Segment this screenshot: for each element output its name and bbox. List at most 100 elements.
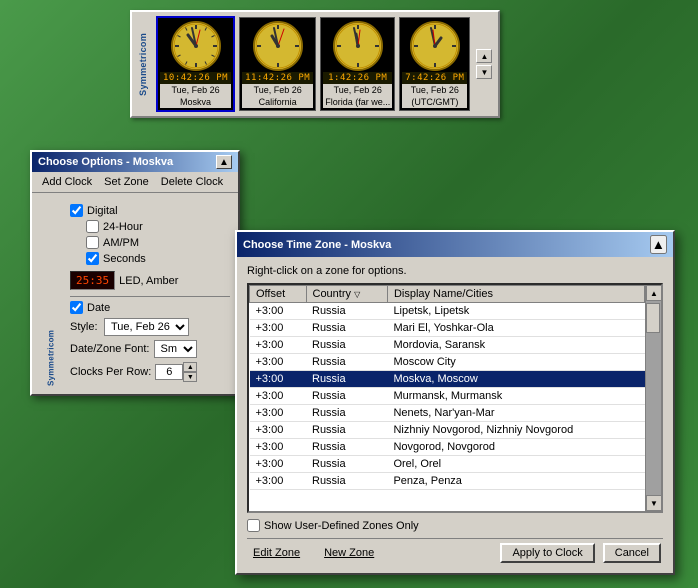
- cell-country-2: Russia: [306, 337, 387, 354]
- table-row[interactable]: +3:00RussiaMoscow City: [250, 354, 645, 371]
- table-row[interactable]: +3:00RussiaNovgorod, Novgorod: [250, 439, 645, 456]
- timezone-close-button[interactable]: ▲: [650, 235, 667, 254]
- cell-offset-0: +3:00: [250, 303, 307, 320]
- clock-face-utc: [409, 20, 461, 72]
- ampm-row: AM/PM: [86, 236, 230, 249]
- cell-offset-3: +3:00: [250, 354, 307, 371]
- spinbox-buttons: ▲ ▼: [183, 362, 197, 382]
- cell-offset-7: +3:00: [250, 422, 307, 439]
- clock-date-florida: Tue, Feb 26: [323, 84, 392, 96]
- scrollbar-track[interactable]: [646, 301, 661, 495]
- cell-offset-1: +3:00: [250, 320, 307, 337]
- menu-set-zone[interactable]: Set Zone: [98, 174, 155, 190]
- scrollbar-thumb[interactable]: [646, 303, 660, 333]
- cell-display-1: Mari El, Yoshkar-Ola: [387, 320, 644, 337]
- cell-country-1: Russia: [306, 320, 387, 337]
- timezone-table: Offset Country ▽ Display Name/Cities: [249, 285, 645, 490]
- cell-offset-6: +3:00: [250, 405, 307, 422]
- cell-offset-9: +3:00: [250, 456, 307, 473]
- table-row[interactable]: +3:00RussiaOrel, Orel: [250, 456, 645, 473]
- edit-zone-button[interactable]: Edit Zone: [249, 545, 304, 561]
- col-display-label: Display Name/Cities: [394, 288, 493, 300]
- options-title: Choose Options - Moskva: [38, 156, 173, 168]
- date-checkbox[interactable]: [70, 301, 83, 314]
- cell-offset-5: +3:00: [250, 388, 307, 405]
- hour24-checkbox[interactable]: [86, 220, 99, 233]
- table-row[interactable]: +3:00RussiaMari El, Yoshkar-Ola: [250, 320, 645, 337]
- timezone-footer-left: Edit Zone New Zone: [249, 545, 378, 561]
- clock-date-california: Tue, Feb 26: [242, 84, 313, 96]
- user-defined-checkbox[interactable]: [247, 519, 260, 532]
- date-row: Date: [70, 301, 230, 314]
- table-row[interactable]: +3:00RussiaNenets, Nar'yan-Mar: [250, 405, 645, 422]
- table-row[interactable]: +3:00RussiaLipetsk, Lipetsk: [250, 303, 645, 320]
- date-label: Date: [87, 302, 110, 314]
- clock-moskva[interactable]: 10:42:26 PM Tue, Feb 26 Moskva: [156, 16, 235, 112]
- clock-time-moskva: 10:42:26 PM: [160, 72, 231, 84]
- cell-offset-2: +3:00: [250, 337, 307, 354]
- cell-offset-4: +3:00: [250, 371, 307, 388]
- symmetricom-logo: Symmetricom: [138, 33, 148, 96]
- font-row: Date/Zone Font: Sm: [70, 340, 230, 358]
- col-country[interactable]: Country ▽: [306, 286, 387, 303]
- led-label: LED, Amber: [119, 275, 178, 287]
- scroll-down-button[interactable]: ▼: [476, 65, 492, 79]
- timezone-window: Choose Time Zone - Moskva ▲ Right-click …: [235, 230, 675, 575]
- clock-face-florida: [332, 20, 384, 72]
- clock-utc[interactable]: 7:42:26 PM Tue, Feb 26 (UTC/GMT): [399, 17, 470, 111]
- scrollbar-down-button[interactable]: ▼: [646, 495, 662, 511]
- table-row[interactable]: +3:00RussiaMoskva, Moscow: [250, 371, 645, 388]
- timezone-table-container: Offset Country ▽ Display Name/Cities: [247, 283, 663, 513]
- clocks-per-row-row: Clocks Per Row: 6 ▲ ▼: [70, 362, 230, 382]
- apply-to-clock-button[interactable]: Apply to Clock: [500, 543, 594, 563]
- clock-date-utc: Tue, Feb 26: [402, 84, 467, 96]
- font-label: Date/Zone Font:: [70, 343, 150, 355]
- timezone-footer-right: Apply to Clock Cancel: [500, 543, 661, 563]
- clocks-per-row-spinbox: 6 ▲ ▼: [155, 362, 197, 382]
- options-close-button[interactable]: ▲: [216, 155, 232, 169]
- scroll-buttons: ▲ ▼: [476, 49, 492, 79]
- spinbox-up-button[interactable]: ▲: [183, 362, 197, 372]
- font-select[interactable]: Sm: [154, 340, 197, 358]
- cell-display-7: Nizhniy Novgorod, Nizhniy Novgorod: [387, 422, 644, 439]
- timezone-table-scroll[interactable]: Offset Country ▽ Display Name/Cities: [249, 285, 645, 511]
- table-row[interactable]: +3:00RussiaMordovia, Saransk: [250, 337, 645, 354]
- hour24-row: 24-Hour: [86, 220, 230, 233]
- seconds-checkbox[interactable]: [86, 252, 99, 265]
- style-select[interactable]: Tue, Feb 26: [104, 318, 189, 336]
- cancel-button[interactable]: Cancel: [603, 543, 661, 563]
- cell-country-4: Russia: [306, 371, 387, 388]
- style-label: Style:: [70, 321, 100, 333]
- menu-delete-clock[interactable]: Delete Clock: [155, 174, 229, 190]
- table-header-row: Offset Country ▽ Display Name/Cities: [250, 286, 645, 303]
- cell-display-0: Lipetsk, Lipetsk: [387, 303, 644, 320]
- col-offset[interactable]: Offset: [250, 286, 307, 303]
- cell-offset-8: +3:00: [250, 439, 307, 456]
- spinbox-down-button[interactable]: ▼: [183, 372, 197, 382]
- table-row[interactable]: +3:00RussiaNizhniy Novgorod, Nizhniy Nov…: [250, 422, 645, 439]
- seconds-row: Seconds: [86, 252, 230, 265]
- clock-california[interactable]: 11:42:26 PM Tue, Feb 26 California: [239, 17, 316, 111]
- clock-florida[interactable]: 1:42:26 PM Tue, Feb 26 Florida (far we..…: [320, 17, 395, 111]
- options-logo: Symmetricom: [36, 197, 66, 390]
- table-row[interactable]: +3:00RussiaPenza, Penza: [250, 473, 645, 490]
- clock-label-california: California: [242, 96, 313, 108]
- cell-display-3: Moscow City: [387, 354, 644, 371]
- digital-checkbox[interactable]: [70, 204, 83, 217]
- clock-bar: Symmetricom: [130, 10, 500, 118]
- new-zone-button[interactable]: New Zone: [320, 545, 378, 561]
- ampm-checkbox[interactable]: [86, 236, 99, 249]
- led-row: 25:35 LED, Amber: [70, 271, 230, 290]
- sort-arrow-icon: ▽: [354, 290, 360, 299]
- col-display[interactable]: Display Name/Cities: [387, 286, 644, 303]
- cell-display-9: Orel, Orel: [387, 456, 644, 473]
- table-row[interactable]: +3:00RussiaMurmansk, Murmansk: [250, 388, 645, 405]
- scroll-up-button[interactable]: ▲: [476, 49, 492, 63]
- clocks-per-row-input[interactable]: 6: [155, 364, 183, 380]
- menu-add-clock[interactable]: Add Clock: [36, 174, 98, 190]
- cell-display-2: Mordovia, Saransk: [387, 337, 644, 354]
- clock-label-utc: (UTC/GMT): [402, 96, 467, 108]
- options-window: Choose Options - Moskva ▲ Add Clock Set …: [30, 150, 240, 396]
- clocks-per-row-label: Clocks Per Row:: [70, 366, 151, 378]
- scrollbar-up-button[interactable]: ▲: [646, 285, 662, 301]
